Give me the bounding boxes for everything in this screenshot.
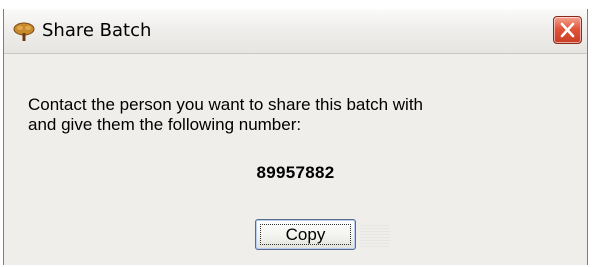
share-message: Contact the person you want to share thi… [28, 95, 568, 135]
copy-button[interactable]: Copy [255, 219, 356, 250]
share-number: 89957882 [256, 163, 335, 182]
message-line-2: and give them the following number: [28, 115, 302, 134]
close-button[interactable] [553, 16, 582, 44]
share-batch-dialog: Share Batch Contact the person you want … [3, 9, 588, 265]
window-title: Share Batch [42, 20, 152, 41]
message-line-1: Contact the person you want to share thi… [28, 95, 424, 114]
tree-icon [13, 22, 35, 42]
copy-button-label: Copy [285, 225, 326, 244]
dialog-content: Contact the person you want to share thi… [4, 54, 587, 265]
title-bar[interactable]: Share Batch [4, 9, 587, 54]
button-shadow [360, 225, 390, 247]
